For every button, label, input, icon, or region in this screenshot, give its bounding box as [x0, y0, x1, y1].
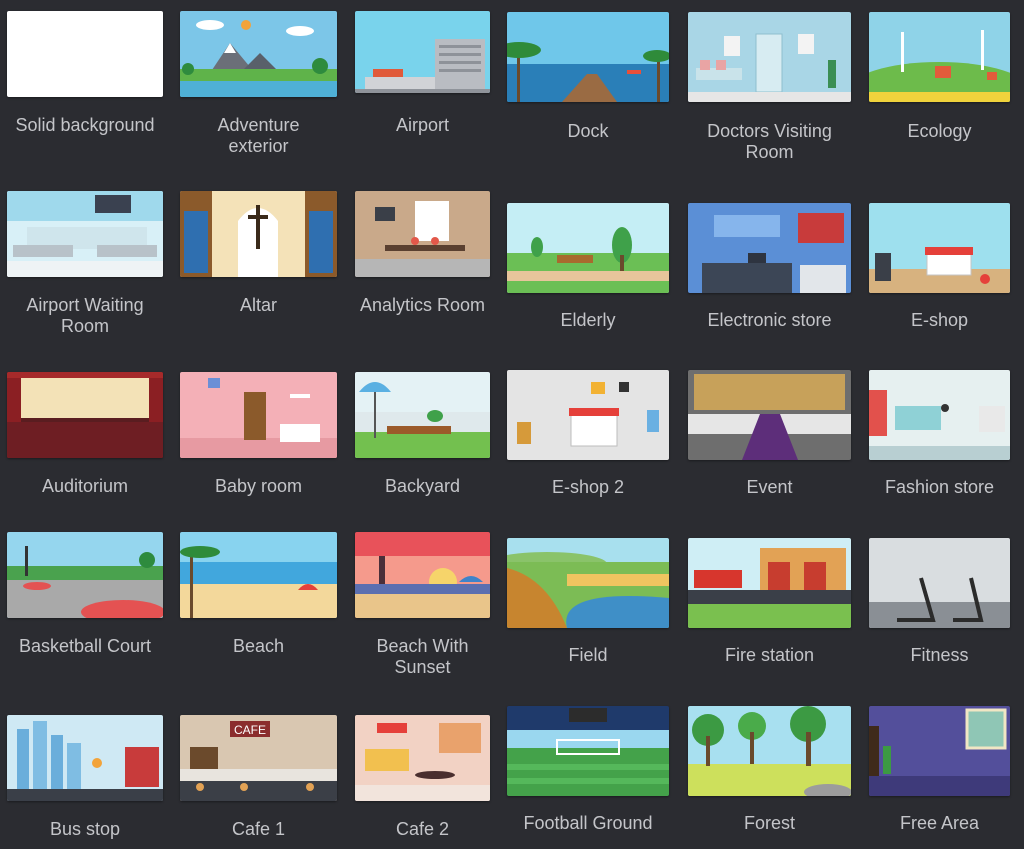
tile-label: Airport Waiting Room: [26, 295, 144, 336]
background-tile-adventure-exterior[interactable]: Adventure exterior: [180, 11, 337, 156]
thumbnail-event[interactable]: [688, 370, 851, 460]
thumbnail-altar[interactable]: [180, 191, 337, 277]
thumbnail-fire-station[interactable]: [688, 538, 851, 628]
background-tile-fire-station[interactable]: Fire station: [688, 538, 851, 665]
tile-label: Dock: [567, 121, 609, 141]
thumbnail-basketball-court[interactable]: [7, 532, 163, 618]
background-tile-e-shop-2[interactable]: E-shop 2: [507, 370, 669, 497]
thumbnail-fitness[interactable]: [869, 538, 1010, 628]
background-tile-electronic-store[interactable]: Electronic store: [688, 203, 851, 330]
tile-label: E-shop: [910, 310, 969, 330]
background-tile-airport-waiting-room[interactable]: Airport Waiting Room: [7, 191, 163, 336]
background-tile-cafe-1[interactable]: CAFE Cafe 1: [180, 715, 337, 839]
tile-label: Field: [568, 645, 608, 665]
background-tile-dock[interactable]: Dock: [507, 12, 669, 141]
thumbnail-backyard[interactable]: [355, 372, 490, 458]
tile-label: E-shop 2: [551, 477, 625, 497]
thumbnail-football-ground[interactable]: [507, 706, 669, 796]
thumbnail-doctors-visiting-room[interactable]: [688, 12, 851, 102]
thumbnail-ecology[interactable]: [869, 12, 1010, 102]
thumbnail-adventure-exterior[interactable]: [180, 11, 337, 97]
background-tile-free-area[interactable]: Free Area: [869, 706, 1010, 833]
tile-label: Electronic store: [707, 310, 832, 330]
background-tile-fitness[interactable]: Fitness: [869, 538, 1010, 665]
tile-label: Beach: [232, 636, 285, 656]
tile-label: Analytics Room: [359, 295, 486, 315]
thumbnail-baby-room[interactable]: [180, 372, 337, 458]
background-tile-event[interactable]: Event: [688, 370, 851, 497]
thumbnail-beach[interactable]: [180, 532, 337, 618]
tile-label: Football Ground: [523, 813, 653, 833]
background-tile-analytics-room[interactable]: Analytics Room: [355, 191, 490, 315]
tile-label: Forest: [743, 813, 795, 833]
tile-label: Fire station: [724, 645, 815, 665]
tile-label: Doctors Visiting Room: [707, 121, 832, 162]
thumbnail-analytics-room[interactable]: [355, 191, 490, 277]
background-tile-solid[interactable]: Solid background: [7, 11, 163, 135]
background-tile-fashion-store[interactable]: Fashion store: [869, 370, 1010, 497]
background-tile-cafe-2[interactable]: Cafe 2: [355, 715, 490, 839]
thumbnail-e-shop-2[interactable]: [507, 370, 669, 460]
tile-label: Event: [746, 477, 793, 497]
thumbnail-auditorium[interactable]: [7, 372, 163, 458]
thumbnail-bus-stop[interactable]: [7, 715, 163, 801]
background-tile-airport[interactable]: Airport: [355, 11, 490, 135]
tile-label: Cafe 1: [231, 819, 286, 839]
tile-label: Altar: [239, 295, 277, 315]
background-tile-altar[interactable]: Altar: [180, 191, 337, 315]
background-tile-e-shop[interactable]: E-shop: [869, 203, 1010, 330]
background-tile-auditorium[interactable]: Auditorium: [7, 372, 163, 496]
background-tile-ecology[interactable]: Ecology: [869, 12, 1010, 141]
background-tile-bus-stop[interactable]: Bus stop: [7, 715, 163, 839]
background-tile-beach-with-sunset[interactable]: Beach With Sunset: [355, 532, 490, 677]
tile-label: Fitness: [910, 645, 969, 665]
thumbnail-electronic-store[interactable]: [688, 203, 851, 293]
thumbnail-forest[interactable]: [688, 706, 851, 796]
thumbnail-cafe-2[interactable]: [355, 715, 490, 801]
tile-label: Ecology: [907, 121, 972, 141]
thumbnail-elderly[interactable]: [507, 203, 669, 293]
thumbnail-airport-waiting-room[interactable]: [7, 191, 163, 277]
tile-label: Adventure exterior: [217, 115, 300, 156]
background-tile-baby-room[interactable]: Baby room: [180, 372, 337, 496]
tile-label: Backyard: [384, 476, 461, 496]
tile-label: Elderly: [560, 310, 616, 330]
background-tile-football-ground[interactable]: Football Ground: [507, 706, 669, 833]
thumbnail-fashion-store[interactable]: [869, 370, 1010, 460]
tile-label: Fashion store: [884, 477, 995, 497]
tile-label: Baby room: [214, 476, 303, 496]
tile-label: Cafe 2: [395, 819, 450, 839]
tile-label: Airport: [395, 115, 449, 135]
tile-label: Basketball Court: [18, 636, 152, 656]
thumbnail-free-area[interactable]: [869, 706, 1010, 796]
thumbnail-solid-background[interactable]: [7, 11, 163, 97]
thumbnail-dock[interactable]: [507, 12, 669, 102]
thumbnail-beach-with-sunset[interactable]: [355, 532, 490, 618]
thumbnail-field[interactable]: [507, 538, 669, 628]
background-tile-elderly[interactable]: Elderly: [507, 203, 669, 330]
tile-label: Solid background: [15, 115, 155, 135]
tile-label: Bus stop: [49, 819, 121, 839]
thumbnail-airport[interactable]: [355, 11, 490, 93]
tile-label: Auditorium: [41, 476, 129, 496]
background-tile-doctors-visiting-room[interactable]: Doctors Visiting Room: [688, 12, 851, 162]
background-tile-backyard[interactable]: Backyard: [355, 372, 490, 496]
cafe-sign-text: CAFE: [234, 723, 266, 737]
tile-label: Free Area: [899, 813, 980, 833]
thumbnail-e-shop[interactable]: [869, 203, 1010, 293]
background-tile-beach[interactable]: Beach: [180, 532, 337, 656]
background-tile-basketball-court[interactable]: Basketball Court: [7, 532, 163, 656]
background-tile-forest[interactable]: Forest: [688, 706, 851, 833]
tile-label: Beach With Sunset: [376, 636, 469, 677]
thumbnail-cafe-1[interactable]: CAFE: [180, 715, 337, 801]
background-tile-field[interactable]: Field: [507, 538, 669, 665]
